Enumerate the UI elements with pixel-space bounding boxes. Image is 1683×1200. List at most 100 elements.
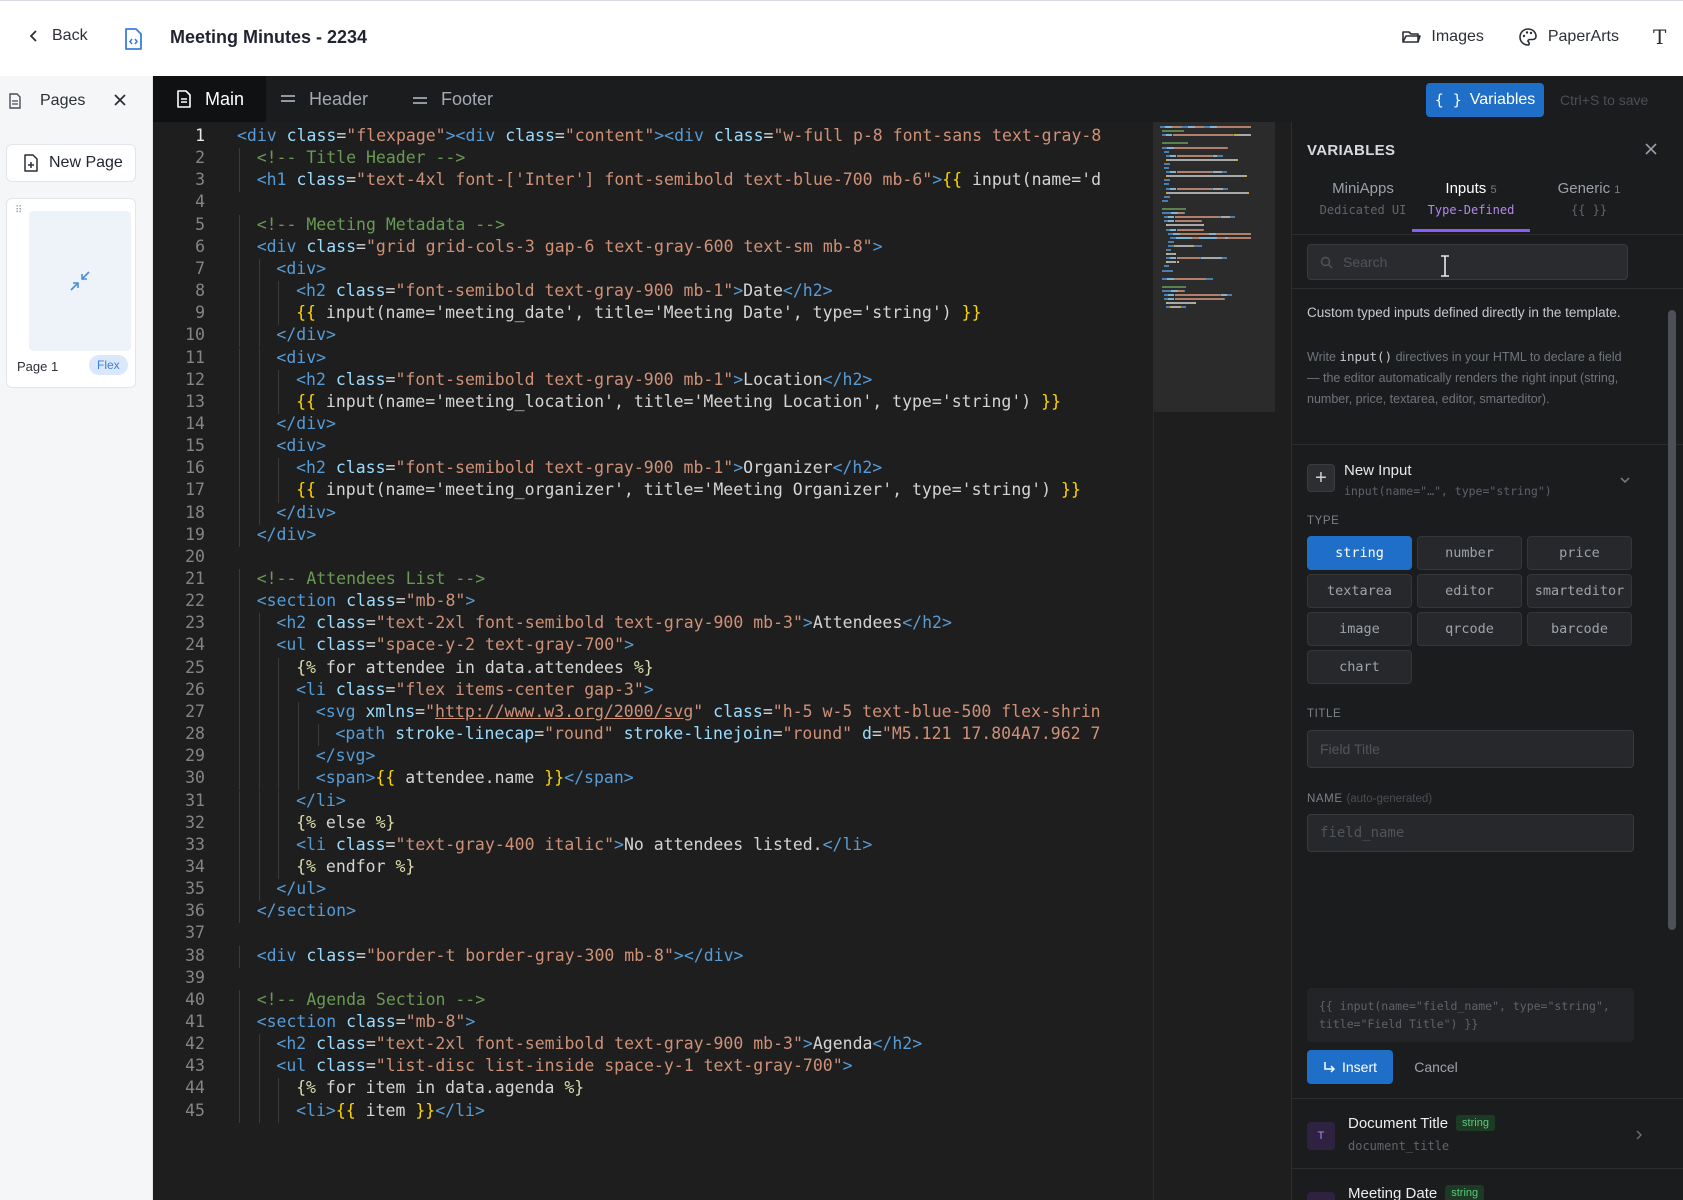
search-input[interactable]: Search	[1307, 244, 1628, 280]
type-option-smarteditor[interactable]: smarteditor	[1527, 574, 1632, 608]
code-line[interactable]: <div>	[276, 259, 326, 278]
line-number: 41	[185, 1012, 205, 1031]
tab-generic[interactable]: Generic 1 {{ }}	[1530, 180, 1648, 217]
code-line[interactable]: <h2 class="font-semibold text-gray-900 m…	[296, 281, 832, 300]
minimap-line	[1217, 236, 1225, 239]
code-line[interactable]: <li class="flex items-center gap-3">	[296, 680, 654, 699]
code-line[interactable]: <!-- Meeting Metadata -->	[257, 215, 505, 234]
editor-scrollbar[interactable]	[1275, 122, 1291, 1200]
tab-header[interactable]: Header	[279, 76, 368, 122]
code-line[interactable]: {% for attendee in data.attendees %}	[296, 658, 654, 677]
code-line[interactable]: {{ input(name='meeting_organizer', title…	[296, 480, 1081, 499]
code-line[interactable]: {{ input(name='meeting_location', title=…	[296, 392, 1061, 411]
text-button[interactable]: T	[1653, 25, 1683, 49]
code-line[interactable]: <svg xmlns="http://www.w3.org/2000/svg" …	[316, 702, 1101, 721]
paperarts-button[interactable]: PaperArts	[1518, 27, 1619, 47]
code-line[interactable]: {% endfor %}	[296, 857, 415, 876]
name-field[interactable]: field_name	[1307, 814, 1634, 852]
code-line[interactable]: </div>	[276, 503, 336, 522]
tab-footer[interactable]: Footer	[411, 76, 493, 122]
line-number: 23	[185, 613, 205, 633]
type-option-image[interactable]: image	[1307, 612, 1412, 646]
title-field[interactable]: Field Title	[1307, 730, 1634, 768]
type-option-string[interactable]: string	[1307, 536, 1412, 570]
close-icon[interactable]	[112, 92, 128, 108]
indent-guide	[258, 325, 260, 348]
code-line[interactable]: <h2 class="font-semibold text-gray-900 m…	[296, 458, 882, 477]
back-button[interactable]: Back	[26, 27, 88, 45]
code-line[interactable]: <h2 class="text-2xl font-semibold text-g…	[276, 613, 952, 632]
page-thumbnail[interactable]	[29, 211, 131, 351]
code-line[interactable]: </div>	[257, 525, 317, 544]
code-line[interactable]: </svg>	[316, 746, 376, 765]
type-option-barcode[interactable]: barcode	[1527, 612, 1632, 646]
minimap-line	[1184, 290, 1186, 292]
type-option-qrcode[interactable]: qrcode	[1417, 612, 1522, 646]
drag-handle-icon[interactable]: ⠿	[15, 205, 22, 216]
code-line[interactable]: <ul class="space-y-2 text-gray-700">	[276, 635, 634, 654]
code-line[interactable]: <span>{{ attendee.name }}</span>	[316, 768, 634, 787]
line-number: 13	[185, 391, 205, 411]
indent-guide	[239, 812, 240, 835]
page-thumbnail-card[interactable]: ⠿ Page 1 Flex	[6, 198, 136, 388]
indent-guide	[239, 746, 240, 769]
code-line[interactable]: {% else %}	[296, 813, 395, 832]
code-line[interactable]: <h2 class="text-2xl font-semibold text-g…	[276, 1034, 922, 1053]
close-icon[interactable]	[1644, 142, 1658, 156]
insert-button[interactable]: Insert	[1307, 1050, 1393, 1084]
code-line[interactable]: {% for item in data.agenda %}	[296, 1078, 584, 1097]
minimap-line	[1168, 175, 1245, 178]
panel-scrollbar[interactable]	[1666, 288, 1678, 1200]
variable-item[interactable]: T Document Title string document_title	[1292, 1100, 1652, 1170]
code-line[interactable]: <li>{{ item }}</li>	[296, 1101, 485, 1120]
code-line[interactable]: <section class="mb-8">	[257, 591, 476, 610]
tab-main[interactable]: Main	[153, 76, 267, 122]
variable-item[interactable]: T Meeting Datestring meeting_date	[1292, 1170, 1652, 1200]
code-line[interactable]: <div class="border-t border-gray-300 mb-…	[257, 946, 744, 965]
code-line[interactable]: <!-- Attendees List -->	[257, 569, 485, 588]
code-line[interactable]: <section class="mb-8">	[257, 1012, 476, 1031]
code-line[interactable]: </section>	[257, 901, 356, 920]
type-option-textarea[interactable]: textarea	[1307, 574, 1412, 608]
type-option-price[interactable]: price	[1527, 536, 1632, 570]
minimap-line	[1164, 162, 1171, 165]
code-line[interactable]: <h1 class="text-4xl font-['Inter'] font-…	[257, 170, 1101, 189]
code-editor[interactable]: 1 2 3 4 5 6 7 8 9 10 11 12 13 14 15 16 17 18 19 20 21 22 23 24 2…	[153, 122, 1153, 1200]
code-line[interactable]: <!-- Title Header -->	[257, 148, 466, 167]
new-input-header[interactable]: + New Input input(name="…", type="string…	[1307, 456, 1630, 498]
code-line[interactable]: <div class="flexpage"><div class="conten…	[237, 126, 1101, 145]
code-minimap[interactable]	[1153, 122, 1276, 1200]
scrollbar-thumb[interactable]	[1668, 310, 1676, 930]
new-page-button[interactable]: New Page	[6, 144, 136, 182]
indent-guide	[239, 214, 240, 237]
code-line[interactable]: <h2 class="font-semibold text-gray-900 m…	[296, 370, 872, 389]
code-line[interactable]: </div>	[276, 414, 336, 433]
code-line[interactable]: </li>	[296, 791, 346, 810]
code-line[interactable]: <path stroke-linecap="round" stroke-line…	[336, 724, 1101, 743]
type-option-editor[interactable]: editor	[1417, 574, 1522, 608]
tab-inputs[interactable]: Inputs 5 Type-Defined	[1412, 180, 1530, 217]
type-option-number[interactable]: number	[1417, 536, 1522, 570]
indent-guide	[239, 635, 240, 658]
minimap-viewport[interactable]	[1154, 122, 1276, 412]
code-line[interactable]: </div>	[276, 325, 336, 344]
code-line[interactable]: <div>	[276, 436, 326, 455]
minimap-line	[1168, 158, 1237, 161]
code-line[interactable]: <div class="grid grid-cols-3 gap-6 text-…	[257, 237, 883, 256]
indent-guide	[258, 1034, 260, 1057]
line-number: 32	[185, 812, 205, 832]
tab-miniapps[interactable]: MiniApps Dedicated UI	[1304, 180, 1422, 217]
images-button[interactable]: Images	[1401, 27, 1484, 47]
code-line[interactable]: <!-- Agenda Section -->	[257, 990, 485, 1009]
type-option-chart[interactable]: chart	[1307, 650, 1412, 684]
code-line[interactable]: <ul class="list-disc list-inside space-y…	[276, 1056, 852, 1075]
code-line[interactable]: {{ input(name='meeting_date', title='Mee…	[296, 303, 981, 322]
code-line[interactable]: </ul>	[276, 879, 326, 898]
code-line[interactable]: <li class="text-gray-400 italic">No atte…	[296, 835, 872, 854]
cancel-button[interactable]: Cancel	[1402, 1050, 1470, 1084]
indent-guide	[258, 834, 260, 857]
variables-button[interactable]: { } Variables	[1426, 83, 1544, 117]
chevron-right-icon	[1636, 1130, 1642, 1140]
line-number: 25	[185, 657, 205, 677]
code-line[interactable]: <div>	[276, 348, 326, 367]
